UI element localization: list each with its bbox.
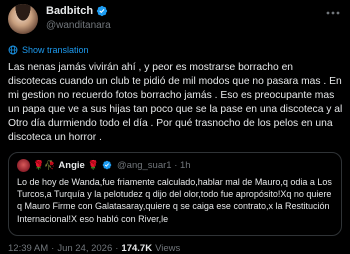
avatar[interactable] bbox=[8, 4, 38, 34]
tweet-meta: 12:39 AM · Jun 24, 2026 · 174.7K Views bbox=[8, 243, 342, 254]
display-name[interactable]: Badbitch bbox=[46, 5, 93, 17]
user-handle[interactable]: @wanditanara bbox=[46, 20, 111, 31]
rose-emoji: 🌹🥀 bbox=[33, 159, 56, 170]
tweet-card: Badbitch @wanditanara Show translation L… bbox=[0, 0, 350, 254]
verified-badge-icon bbox=[96, 5, 108, 17]
quoted-verified-badge-icon bbox=[102, 160, 112, 170]
quoted-handle: @ang_suar1 · 1h bbox=[117, 159, 191, 171]
tweet-text: Las nenas jamás vivirán ahí , y peor es … bbox=[8, 62, 343, 143]
more-dots-icon bbox=[326, 11, 340, 15]
translate-row[interactable]: Show translation bbox=[8, 44, 342, 56]
quoted-tweet[interactable]: 🌹🥀 Angie 🌹 @ang_suar1 · 1h Lo de hoy de … bbox=[8, 152, 342, 236]
name-row: Badbitch bbox=[46, 5, 108, 17]
view-count: 174.7K bbox=[121, 243, 153, 254]
tweet-date[interactable]: Jun 24, 2026 bbox=[57, 243, 112, 254]
quoted-tweet-text: Lo de hoy de Wanda,fue friamente calcula… bbox=[17, 177, 332, 224]
rose-emoji-suffix: 🌹 bbox=[87, 159, 100, 170]
meta-separator: · bbox=[51, 243, 55, 254]
more-horizontal-icon[interactable] bbox=[326, 6, 340, 18]
tweet-header: Badbitch @wanditanara bbox=[8, 4, 342, 38]
views-label: Views bbox=[155, 243, 181, 254]
tweet-time[interactable]: 12:39 AM bbox=[8, 243, 48, 254]
show-translation-link[interactable]: Show translation bbox=[22, 45, 89, 55]
globe-icon bbox=[8, 45, 18, 55]
quoted-tweet-header: 🌹🥀 Angie 🌹 @ang_suar1 · 1h bbox=[17, 158, 333, 172]
quoted-display-name: Angie bbox=[58, 159, 85, 171]
meta-separator-2: · bbox=[115, 243, 119, 254]
quoted-avatar bbox=[17, 158, 30, 172]
avatar-hair bbox=[8, 4, 38, 34]
